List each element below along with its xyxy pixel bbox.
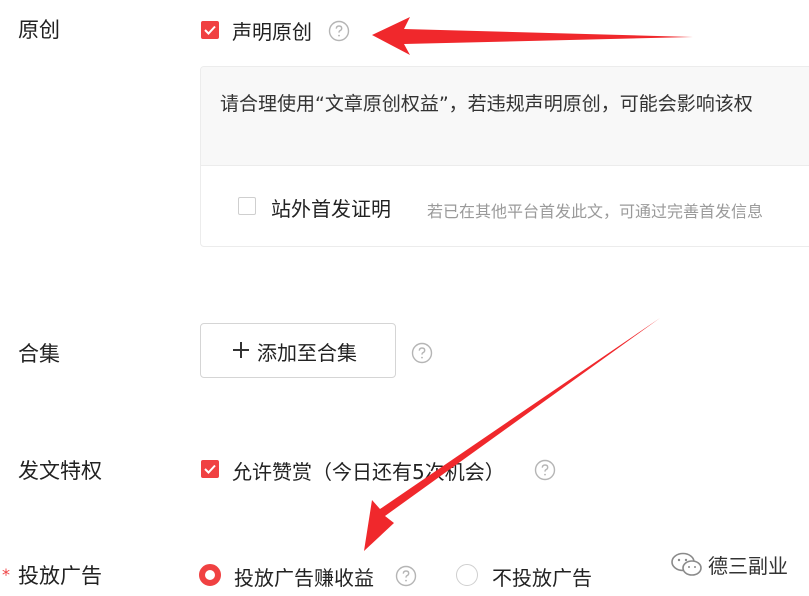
question-circle-icon[interactable]	[411, 342, 433, 364]
declare-original-label[interactable]: 声明原创	[232, 16, 312, 45]
publish-settings-page: 原创 声明原创 请合理使用“文章原创权益”，若违规声明原创，可能会影响该权 站外…	[0, 0, 809, 596]
question-circle-icon[interactable]	[395, 565, 417, 587]
required-mark: *	[2, 565, 10, 584]
wechat-icon	[671, 552, 702, 576]
privileges-label: 发文特权	[18, 459, 102, 483]
radio-disable-ads[interactable]	[456, 564, 478, 586]
checkmark-icon	[204, 464, 216, 474]
watermark-text: 德三副业	[708, 554, 788, 578]
notice-area: 请合理使用“文章原创权益”，若违规声明原创，可能会影响该权	[201, 67, 809, 166]
question-circle-icon[interactable]	[534, 459, 556, 481]
checkmark-icon	[204, 25, 216, 35]
plus-icon	[233, 342, 249, 358]
collection-label: 合集	[18, 342, 60, 366]
first-publish-label[interactable]: 站外首发证明	[271, 193, 391, 222]
ads-label: 投放广告	[18, 564, 102, 588]
first-publish-checkbox[interactable]	[238, 197, 256, 215]
enable-ads-label[interactable]: 投放广告赚收益	[234, 562, 374, 591]
question-circle-icon[interactable]	[328, 20, 350, 42]
original-notice-text: 请合理使用“文章原创权益”，若违规声明原创，可能会影响该权	[220, 93, 753, 115]
add-to-collection-button[interactable]: 添加至合集	[200, 323, 396, 378]
allow-reward-checkbox[interactable]	[201, 460, 219, 478]
radio-enable-ads[interactable]	[199, 564, 221, 586]
first-publish-hint: 若已在其他平台首发此文，可通过完善首发信息	[427, 202, 764, 221]
original-label: 原创	[18, 18, 60, 42]
wechat-watermark: 德三副业	[668, 548, 804, 580]
declare-original-checkbox[interactable]	[201, 21, 219, 39]
disable-ads-label[interactable]: 不投放广告	[492, 562, 592, 591]
add-to-collection-label: 添加至合集	[257, 341, 357, 365]
allow-reward-label[interactable]: 允许赞赏（今日还有5次机会）	[232, 456, 505, 485]
original-notice-panel: 请合理使用“文章原创权益”，若违规声明原创，可能会影响该权 站外首发证明 若已在…	[200, 66, 809, 247]
